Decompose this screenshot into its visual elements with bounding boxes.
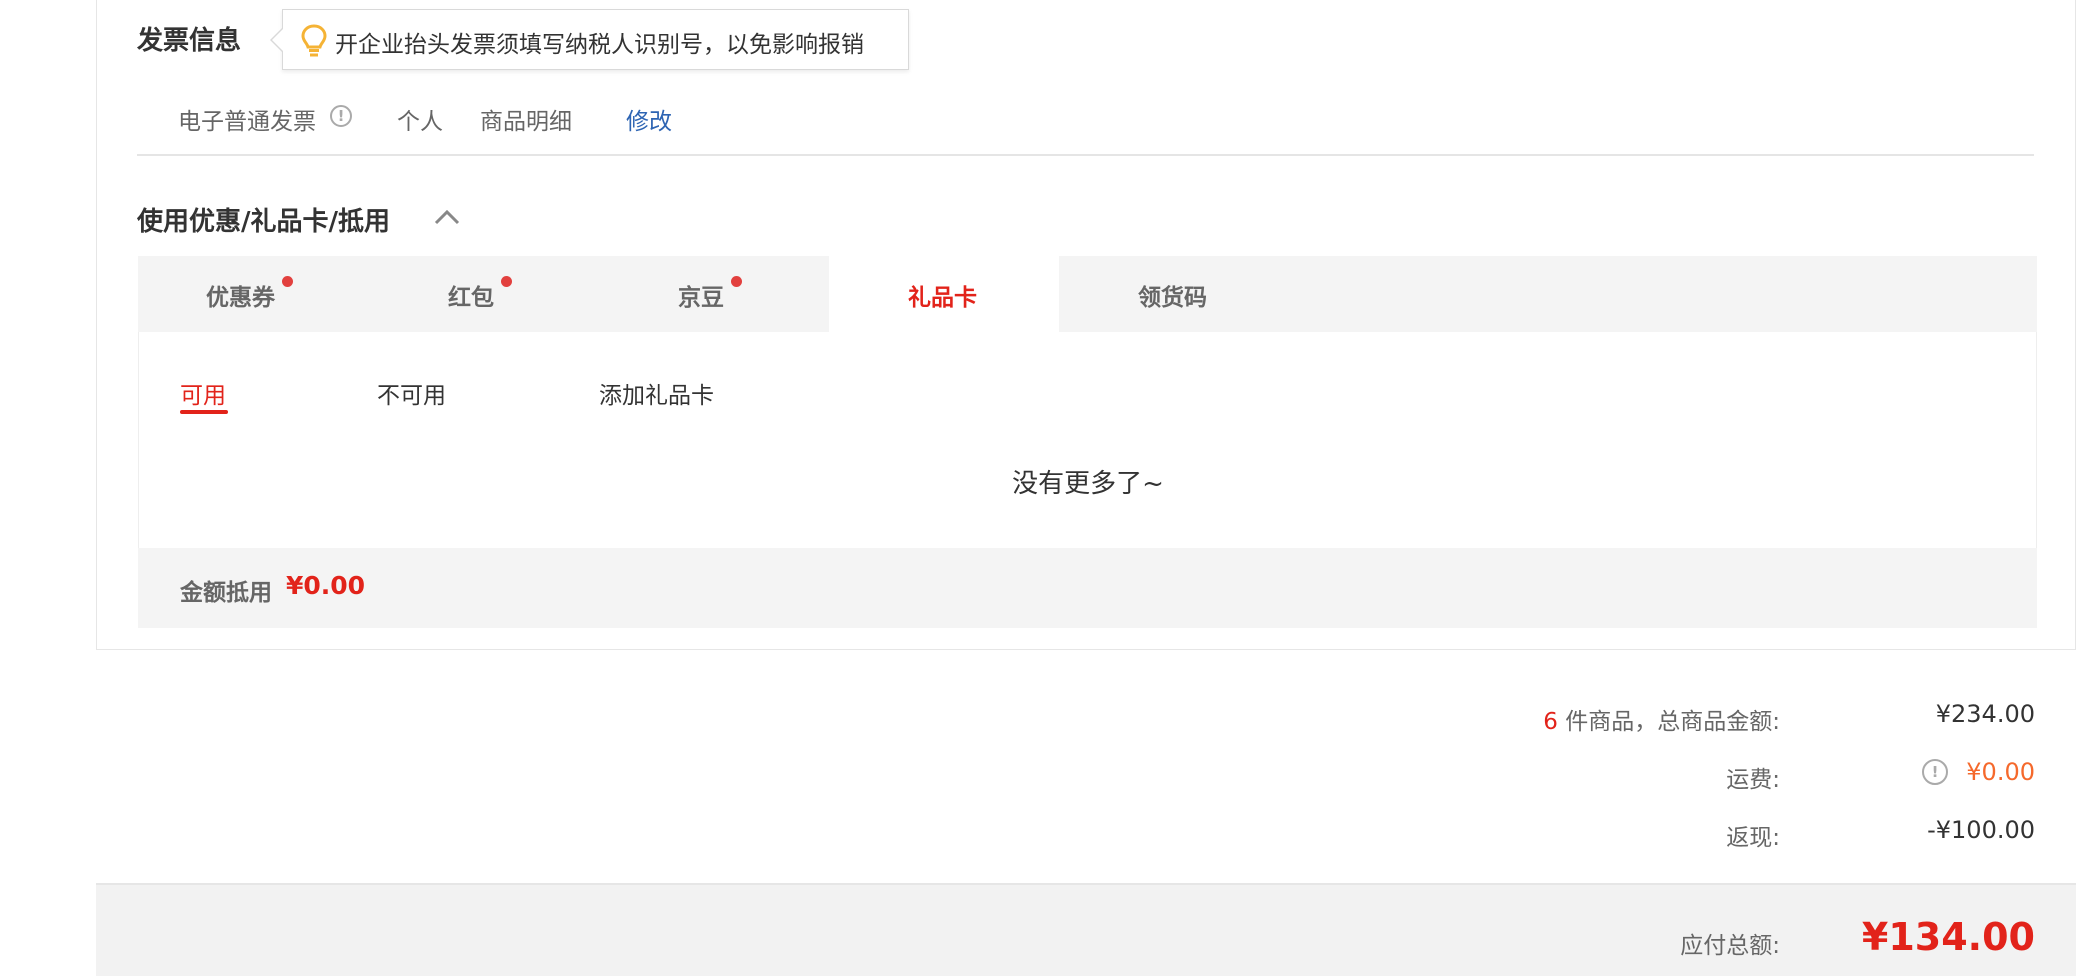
lightbulb-icon xyxy=(300,24,328,62)
subtab-active-underline xyxy=(180,410,228,414)
invoice-content: 商品明细 xyxy=(480,109,572,135)
tab-jingdou-label: 京豆 xyxy=(678,285,724,311)
tab-pickup-code-label: 领货码 xyxy=(1138,285,1207,311)
discount-section-title: 使用优惠/礼品卡/抵用 xyxy=(137,207,390,237)
subtab-available[interactable]: 可用 xyxy=(180,376,226,410)
collapse-chevron-icon[interactable] xyxy=(432,203,462,233)
invoice-edit-link[interactable]: 修改 xyxy=(626,102,672,136)
invoice-type: 电子普通发票 xyxy=(178,109,316,135)
total-value: ¥134.00 xyxy=(1861,915,2035,959)
empty-message: 没有更多了~ xyxy=(1012,469,1164,499)
gift-card-panel xyxy=(138,332,2037,548)
subtab-add-gift-card[interactable]: 添加礼品卡 xyxy=(599,376,714,410)
tab-pickup-code[interactable]: 领货码 xyxy=(1059,256,1289,332)
invoice-section-title: 发票信息 xyxy=(137,26,242,56)
tab-coupon[interactable]: 优惠券 xyxy=(138,256,367,332)
section-divider xyxy=(137,154,2034,156)
tab-jingdou[interactable]: 京豆 xyxy=(597,256,828,332)
amount-deduction-bar: 金额抵用 ¥0.00 xyxy=(138,548,2037,628)
cashback-value: -¥100.00 xyxy=(1927,816,2035,844)
notification-dot xyxy=(501,276,512,287)
invoice-title-type: 个人 xyxy=(397,109,443,135)
invoice-tip: 开企业抬头发票须填写纳税人识别号，以免影响报销 xyxy=(270,9,909,70)
tab-gift-card-label: 礼品卡 xyxy=(908,285,977,311)
shipping-label: 运费: xyxy=(1726,767,1780,793)
amount-deduction-value: ¥0.00 xyxy=(286,571,366,600)
total-label: 应付总额: xyxy=(1680,933,1780,959)
subtab-unavailable[interactable]: 不可用 xyxy=(377,376,446,410)
tip-arrow-inner xyxy=(272,28,284,52)
tip-text: 开企业抬头发票须填写纳税人识别号，以免影响报销 xyxy=(335,32,864,58)
tab-coupon-label: 优惠券 xyxy=(206,285,275,311)
amount-deduction-label: 金额抵用 xyxy=(180,580,272,606)
shipping-value: ¥0.00 xyxy=(1966,758,2035,786)
tab-red-packet[interactable]: 红包 xyxy=(367,256,597,332)
items-summary-label: 件商品，总商品金额: xyxy=(1565,709,1780,735)
tab-red-packet-label: 红包 xyxy=(448,285,494,311)
discount-tabs: 优惠券 红包 京豆 礼品卡 领货码 xyxy=(138,256,2037,332)
shipping-info-icon[interactable]: ! xyxy=(1922,759,1948,785)
notification-dot xyxy=(731,276,742,287)
invoice-info-icon[interactable]: ! xyxy=(330,105,352,127)
items-total: ¥234.00 xyxy=(1935,700,2035,728)
item-count: 6 xyxy=(1543,709,1558,735)
notification-dot xyxy=(282,276,293,287)
tab-gift-card[interactable]: 礼品卡 xyxy=(829,256,1059,332)
items-summary: 6 件商品，总商品金额: xyxy=(1543,702,1780,736)
cashback-label: 返现: xyxy=(1726,825,1780,851)
